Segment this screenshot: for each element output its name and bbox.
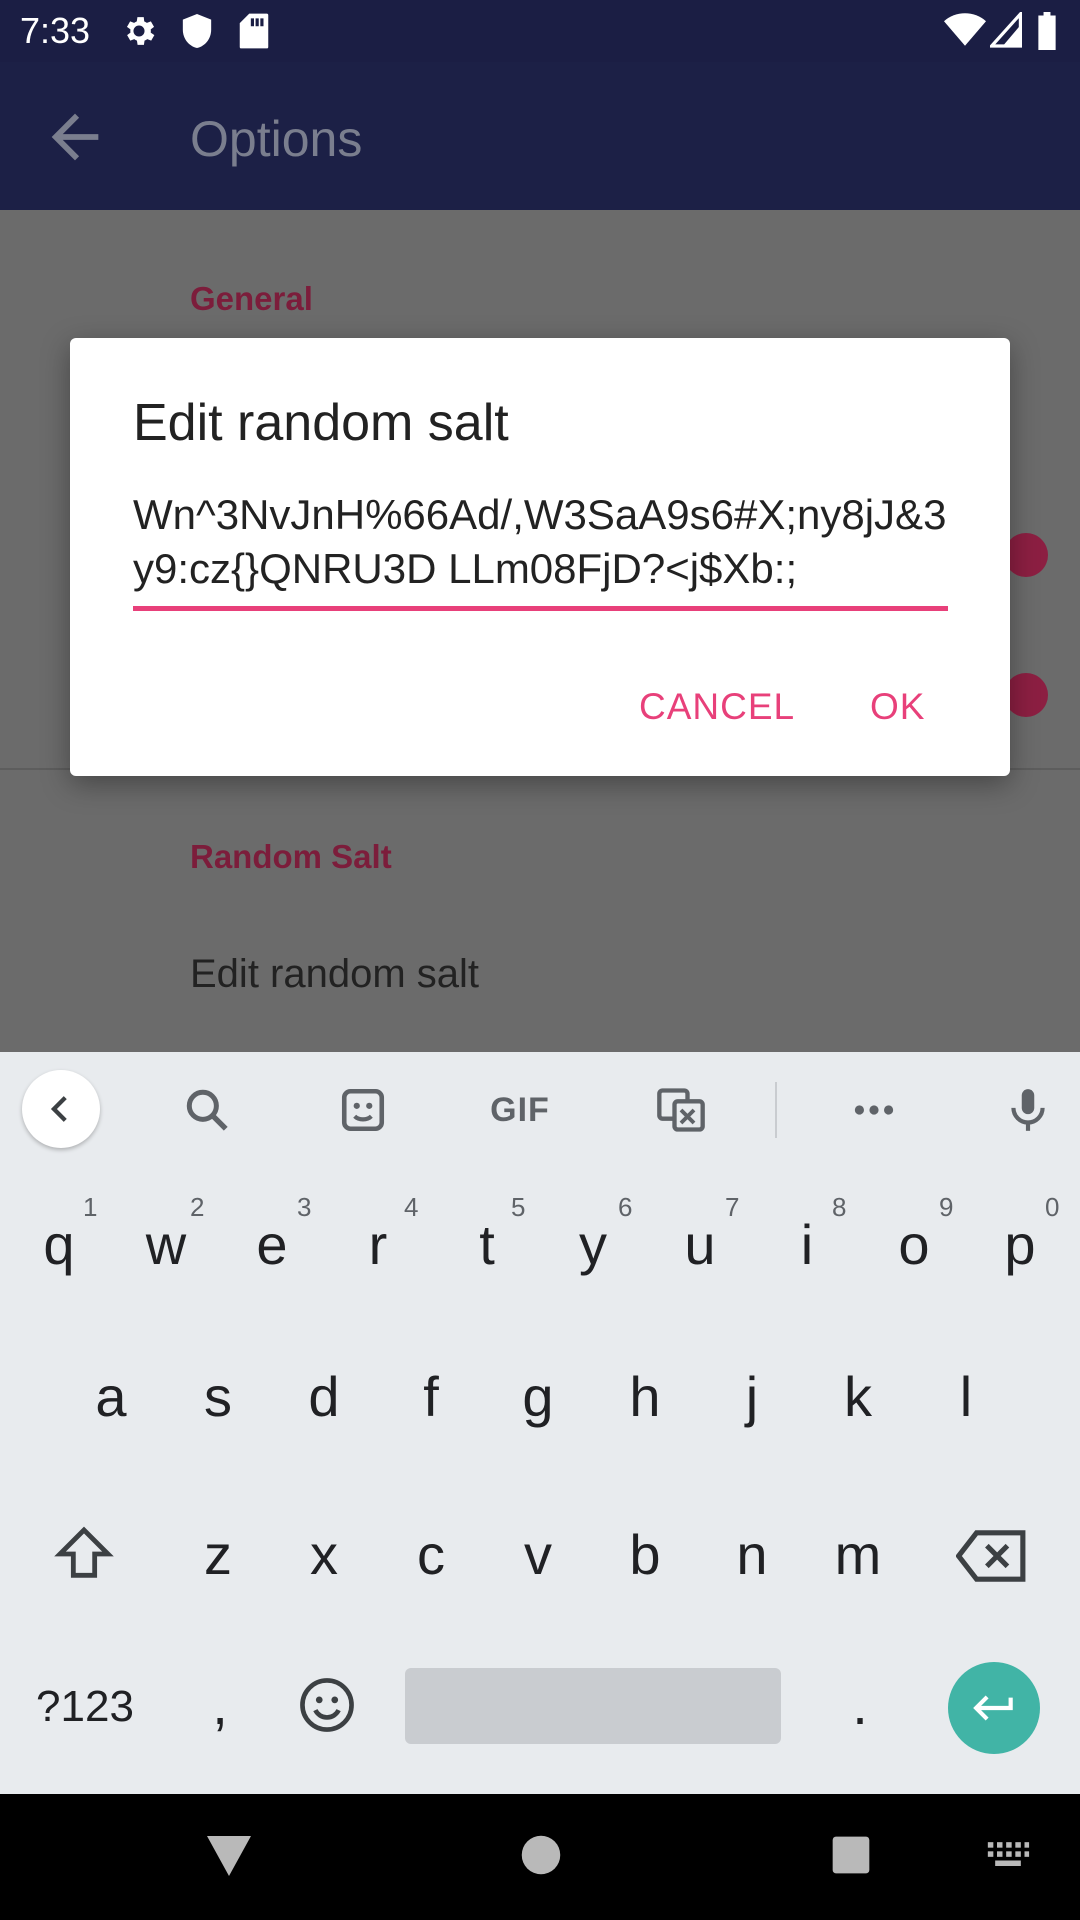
key-f[interactable]: f	[381, 1364, 481, 1429]
emoji-key[interactable]	[296, 1674, 358, 1741]
category-random-salt: Random Salt	[190, 838, 392, 875]
key-l[interactable]: l	[916, 1364, 1016, 1429]
enter-icon	[973, 1695, 1013, 1721]
status-bar: 7:33	[0, 0, 1080, 62]
key-h[interactable]: h	[595, 1364, 695, 1429]
translate-icon[interactable]	[651, 1080, 711, 1140]
edit-salt-dialog: Edit random salt Wn^3NvJnH%66Ad/,W3SaA9s…	[70, 338, 1010, 776]
key-u[interactable]: u	[650, 1212, 750, 1277]
ok-button[interactable]: OK	[870, 686, 925, 728]
enter-key[interactable]	[948, 1662, 1040, 1754]
key-n[interactable]: n	[702, 1522, 802, 1587]
backspace-icon	[955, 1530, 1026, 1582]
page-title: Options	[190, 111, 363, 167]
settings-icon	[120, 12, 158, 55]
home-circle-icon	[521, 1835, 561, 1875]
pref-edit-random-salt[interactable]: Edit random salt	[190, 952, 479, 997]
toolbar-divider	[775, 1082, 777, 1138]
back-triangle-icon	[207, 1836, 251, 1876]
key-c[interactable]: c	[381, 1522, 481, 1587]
sd-card-icon	[238, 12, 270, 55]
shift-key[interactable]	[52, 1522, 116, 1591]
backspace-key[interactable]	[955, 1526, 1028, 1591]
salt-input[interactable]: Wn^3NvJnH%66Ad/,W3SaA9s6#X;ny8jJ&3y9:cz{…	[133, 488, 948, 600]
key-v[interactable]: v	[488, 1522, 588, 1587]
key-j[interactable]: j	[702, 1364, 802, 1429]
system-nav-bar	[0, 1794, 1080, 1920]
key-r[interactable]: r	[328, 1212, 428, 1277]
toggle-switch[interactable]	[1004, 673, 1048, 717]
toggle-switch[interactable]	[1004, 533, 1048, 577]
key-m[interactable]: m	[808, 1522, 908, 1587]
app-bar: Options	[0, 62, 1080, 210]
key-k[interactable]: k	[808, 1364, 908, 1429]
dialog-title: Edit random salt	[133, 394, 509, 452]
back-button[interactable]	[40, 102, 110, 172]
soft-keyboard: GIF 1 q 2 w 3 e 4 r 5 t 6 y 7 u 8 i 9 o …	[0, 1052, 1080, 1794]
key-p[interactable]: p	[970, 1212, 1070, 1277]
recents-square-icon	[832, 1836, 870, 1874]
key-b[interactable]: b	[595, 1522, 695, 1587]
category-general: General	[190, 280, 313, 317]
key-d[interactable]: d	[274, 1364, 374, 1429]
key-i[interactable]: i	[757, 1212, 857, 1277]
input-underline	[133, 606, 948, 611]
key-q[interactable]: q	[9, 1212, 109, 1277]
wifi-icon	[944, 12, 986, 53]
mic-icon[interactable]	[998, 1080, 1058, 1140]
cancel-button[interactable]: CANCEL	[639, 686, 795, 728]
sticker-icon[interactable]	[333, 1080, 393, 1140]
key-a[interactable]: a	[61, 1364, 161, 1429]
status-time: 7:33	[20, 10, 91, 51]
keyboard-switch-icon	[987, 1842, 1030, 1866]
arrow-back-icon	[51, 113, 99, 161]
signal-icon	[988, 9, 1022, 53]
key-t[interactable]: t	[437, 1212, 537, 1277]
key-e[interactable]: e	[222, 1212, 322, 1277]
shield-icon	[180, 12, 214, 55]
comma-key[interactable]: ,	[170, 1672, 270, 1737]
search-icon[interactable]	[177, 1080, 237, 1140]
battery-icon	[1036, 12, 1058, 55]
key-g[interactable]: g	[488, 1364, 588, 1429]
chevron-left-icon	[50, 1096, 67, 1122]
gif-icon[interactable]: GIF	[480, 1080, 560, 1140]
symbols-key[interactable]: ?123	[30, 1682, 140, 1732]
key-w[interactable]: w	[116, 1212, 216, 1277]
more-icon[interactable]	[844, 1080, 904, 1140]
toolbar-collapse-button[interactable]	[22, 1070, 100, 1148]
shift-icon	[54, 1526, 114, 1578]
period-key[interactable]: .	[810, 1672, 910, 1737]
key-o[interactable]: o	[864, 1212, 964, 1277]
keyboard-toolbar: GIF	[0, 1052, 1080, 1168]
nav-back-button[interactable]	[205, 1834, 253, 1883]
emoji-icon	[300, 1678, 354, 1732]
key-x[interactable]: x	[274, 1522, 374, 1587]
key-y[interactable]: y	[543, 1212, 643, 1277]
space-key[interactable]	[405, 1668, 781, 1744]
nav-recents-button[interactable]	[831, 1834, 871, 1881]
key-z[interactable]: z	[168, 1522, 268, 1587]
key-s[interactable]: s	[168, 1364, 268, 1429]
nav-home-button[interactable]	[520, 1834, 562, 1881]
keyboard-switch-button[interactable]	[986, 1840, 1030, 1875]
